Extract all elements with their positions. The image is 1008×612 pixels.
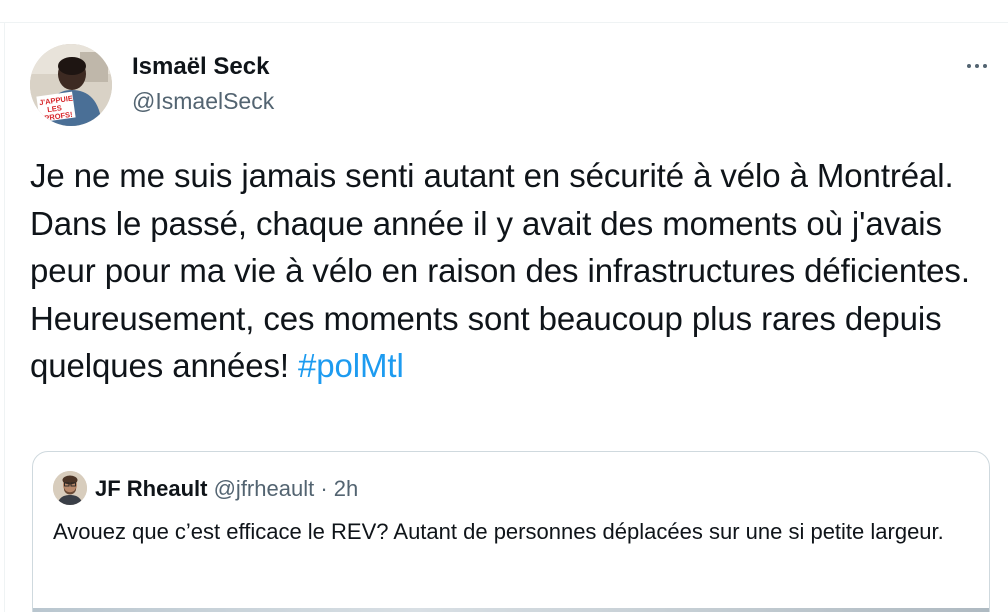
quote-media-image[interactable] [33, 608, 989, 612]
quote-timestamp[interactable]: 2h [334, 476, 358, 501]
author-avatar[interactable]: J'APPUIE LES PROFS! [30, 44, 112, 126]
quoted-tweet-card[interactable]: JF Rheault @jfrheault · 2h Avouez que c’… [32, 451, 990, 612]
avatar-image: J'APPUIE LES PROFS! [30, 44, 112, 126]
top-divider [0, 22, 1008, 23]
hashtag-link[interactable]: #polMtl [298, 347, 404, 384]
more-horizontal-icon [967, 64, 987, 68]
quote-author-avatar[interactable] [53, 471, 87, 505]
left-border [4, 22, 5, 612]
quote-avatar-image [53, 471, 87, 505]
tweet-page: J'APPUIE LES PROFS! Ismaël Seck @IsmaelS… [0, 0, 1008, 612]
author-name[interactable]: Ismaël Seck [132, 53, 269, 81]
tweet-text-main: Je ne me suis jamais senti autant en séc… [30, 157, 970, 384]
author-handle[interactable]: @IsmaelSeck [132, 88, 274, 115]
quote-author-name[interactable]: JF Rheault [95, 476, 207, 501]
more-options-button[interactable] [958, 52, 996, 80]
quote-separator: · [314, 476, 334, 501]
quote-text: Avouez que c’est efficace le REV? Autant… [53, 519, 944, 544]
tweet-text: Je ne me suis jamais senti autant en séc… [30, 152, 1000, 390]
quote-author-handle[interactable]: @jfrheault [214, 476, 315, 501]
quote-header: JF Rheault @jfrheault · 2h [95, 476, 358, 502]
